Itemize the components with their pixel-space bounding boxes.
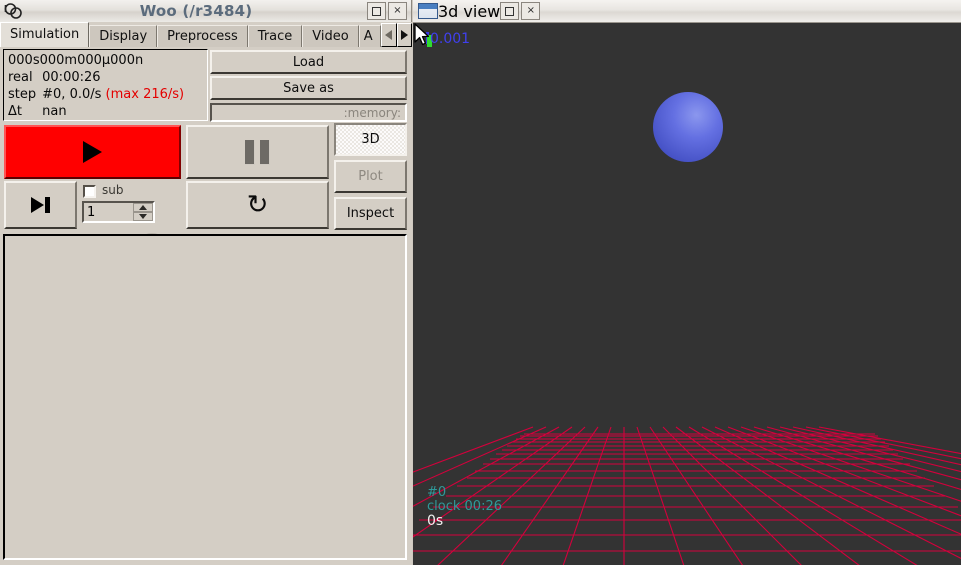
spinbox-down-button[interactable] xyxy=(133,212,153,221)
plot-button[interactable]: Plot xyxy=(334,160,407,193)
sim-time-overlay-label: 0s xyxy=(427,513,444,529)
step-forward-icon xyxy=(31,197,50,213)
load-button[interactable]: Load xyxy=(210,50,407,74)
scroll-left-icon xyxy=(385,30,393,40)
tab-scroll-right-button[interactable] xyxy=(396,23,413,47)
play-button[interactable] xyxy=(4,125,181,179)
opengl-viewport[interactable]: 0.001 #0 clock 00:26 0s xyxy=(413,23,961,565)
clock-overlay-label: clock 00:26 xyxy=(427,499,502,514)
view-window-buttons: × xyxy=(500,2,541,20)
close-button[interactable]: × xyxy=(388,2,407,20)
status-box: 000s000m000μ000n real 00:00:26 step #0, … xyxy=(3,49,208,121)
woo-logo-icon xyxy=(3,1,25,21)
status-step: step #0, 0.0/s (max 216/s) xyxy=(8,86,203,103)
view-3d-toggle[interactable]: 3D xyxy=(334,123,407,156)
status-real-label: real xyxy=(8,70,33,85)
sub-checkbox[interactable] xyxy=(83,185,96,198)
maximize-button[interactable] xyxy=(367,2,386,20)
tab-a-clipped[interactable]: A xyxy=(358,25,382,47)
chevron-down-icon xyxy=(139,214,147,219)
play-icon xyxy=(83,141,102,163)
status-real-value: 00:00:26 xyxy=(42,70,101,85)
substep-spinbox-value: 1 xyxy=(87,204,96,220)
simulation-panel: 000s000m000μ000n real 00:00:26 step #0, … xyxy=(0,47,412,565)
tab-display[interactable]: Display xyxy=(89,25,158,47)
chevron-up-icon xyxy=(139,205,147,210)
woo-main-window: Woo (/r3484) × Simulation Display Prepro… xyxy=(0,0,413,565)
pause-button[interactable] xyxy=(186,125,329,179)
save-as-button[interactable]: Save as xyxy=(210,76,407,100)
substep-controls: sub 1 xyxy=(78,181,183,229)
maximize-icon xyxy=(505,6,515,16)
spinbox-arrows xyxy=(133,203,153,221)
view-3d-window: 3d view × 0.001 #0 clock 00:26 0s xyxy=(413,0,961,565)
ground-grid xyxy=(413,426,961,565)
view-maximize-button[interactable] xyxy=(500,2,520,20)
reload-icon: ↻ xyxy=(246,190,269,220)
reload-button[interactable]: ↻ xyxy=(186,181,329,229)
mouse-cursor xyxy=(414,23,430,46)
status-dt-label: Δt xyxy=(8,104,22,119)
tab-scroll-left-button[interactable] xyxy=(381,23,397,47)
axis-scale-label: 0.001 xyxy=(430,31,471,47)
tab-preprocess[interactable]: Preprocess xyxy=(157,25,248,47)
woo-window-buttons: × xyxy=(367,2,407,20)
status-dt-value: nan xyxy=(42,104,67,119)
step-button[interactable] xyxy=(4,181,77,229)
status-dt: Δt nan xyxy=(8,103,203,120)
woo-titlebar[interactable]: Woo (/r3484) × xyxy=(0,0,411,23)
inspect-button[interactable]: Inspect xyxy=(334,197,407,230)
status-time: 000s000m000μ000n xyxy=(8,53,144,68)
woo-window-title: Woo (/r3484) xyxy=(139,2,253,20)
view-titlebar[interactable]: 3d view × xyxy=(413,0,961,23)
status-real: real 00:00:26 xyxy=(8,69,203,86)
sub-checkbox-label: sub xyxy=(102,183,124,197)
window-icon xyxy=(418,3,438,19)
status-max-rate: (max 216/s) xyxy=(105,87,185,102)
maximize-icon xyxy=(372,6,381,16)
tab-video[interactable]: Video xyxy=(302,25,359,47)
scroll-right-icon xyxy=(400,30,408,40)
scene-graphics xyxy=(413,92,961,565)
view-close-button[interactable]: × xyxy=(521,2,541,20)
tab-trace[interactable]: Trace xyxy=(247,25,303,47)
spinbox-up-button[interactable] xyxy=(133,203,153,212)
pause-icon xyxy=(245,139,270,165)
tab-simulation[interactable]: Simulation xyxy=(0,22,90,47)
status-step-label: step xyxy=(8,87,37,102)
memory-path-field[interactable]: :memory: xyxy=(210,103,407,122)
substep-spinbox[interactable]: 1 xyxy=(82,201,155,223)
simulation-content-area xyxy=(3,234,407,560)
status-step-value: #0, 0.0/s xyxy=(42,87,102,102)
step-overlay-label: #0 xyxy=(427,485,447,500)
tab-bar: Simulation Display Preprocess Trace Vide… xyxy=(0,22,413,47)
sphere-body xyxy=(653,92,723,162)
application-window: Woo (/r3484) × Simulation Display Prepro… xyxy=(0,0,961,565)
view-window-title: 3d view xyxy=(438,1,501,21)
